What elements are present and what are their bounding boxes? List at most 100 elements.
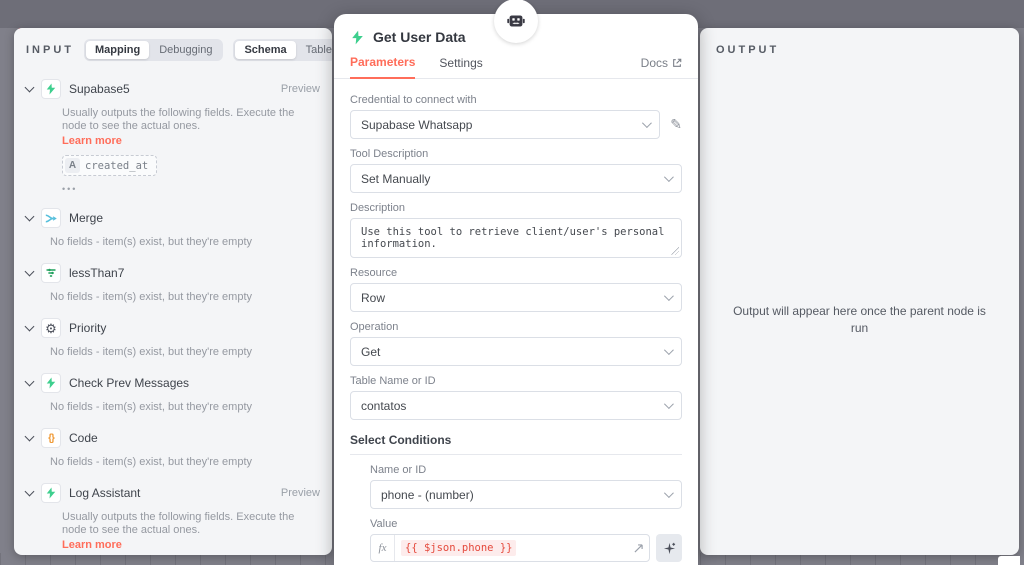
field-badge-label: created_at bbox=[85, 159, 149, 172]
tab-settings[interactable]: Settings bbox=[439, 56, 482, 78]
chevron-down-icon bbox=[24, 266, 35, 277]
table-name-select[interactable]: contatos bbox=[350, 391, 682, 420]
resize-handle[interactable] bbox=[671, 247, 679, 255]
input-panel-title: INPUT bbox=[26, 44, 74, 56]
node-preview-caption: Usually outputs the following fields. Ex… bbox=[62, 511, 295, 536]
expression-value: {{ $json.phone }} bbox=[401, 540, 517, 556]
supabase-icon bbox=[41, 373, 61, 393]
supabase-icon bbox=[352, 30, 363, 44]
docs-label: Docs bbox=[640, 56, 668, 70]
node-detail-modal: Get User Data Parameters Settings Docs C… bbox=[334, 0, 698, 565]
resource-label: Resource bbox=[350, 267, 398, 279]
node-empty-caption: No fields - item(s) exist, but they're e… bbox=[50, 291, 252, 303]
node-row-priority[interactable]: ⚙ Priority bbox=[24, 317, 320, 339]
output-empty-message: Output will appear here once the parent … bbox=[733, 303, 986, 335]
more-fields-ellipsis[interactable]: ••• bbox=[62, 184, 320, 194]
chevron-down-icon bbox=[24, 82, 35, 93]
description-value: Use this tool to retrieve client/user's … bbox=[361, 226, 665, 250]
node-row-log-assistant[interactable]: Log Assistant Preview bbox=[24, 482, 320, 504]
node-name: Priority bbox=[69, 321, 107, 335]
condition-value-input[interactable]: fx {{ $json.phone }} bbox=[370, 534, 650, 562]
filter-icon bbox=[41, 263, 61, 283]
docs-link[interactable]: Docs bbox=[641, 56, 682, 78]
node-title: Get User Data bbox=[373, 29, 466, 45]
chevron-down-icon bbox=[24, 321, 35, 332]
ai-assist-button[interactable] bbox=[656, 534, 682, 562]
ai-agent-avatar bbox=[494, 0, 538, 43]
merge-icon bbox=[41, 208, 61, 228]
node-row-check-prev-messages[interactable]: Check Prev Messages bbox=[24, 372, 320, 394]
preview-tag: Preview bbox=[280, 487, 320, 499]
table-name-value: contatos bbox=[361, 398, 407, 413]
node-row-supabase5[interactable]: Supabase5 Preview bbox=[24, 78, 320, 100]
chevron-down-icon bbox=[663, 291, 674, 302]
node-empty-caption: No fields - item(s) exist, but they're e… bbox=[50, 401, 252, 413]
credential-select[interactable]: Supabase Whatsapp bbox=[350, 110, 661, 139]
supabase-icon bbox=[41, 79, 61, 99]
chevron-down-icon bbox=[663, 345, 674, 356]
operation-label: Operation bbox=[350, 321, 399, 333]
chevron-down-icon bbox=[24, 376, 35, 387]
input-mode-toggle: Mapping Debugging bbox=[84, 39, 224, 61]
condition-value-label: Value bbox=[370, 518, 398, 530]
tab-parameters[interactable]: Parameters bbox=[350, 55, 416, 79]
chevron-down-icon bbox=[24, 211, 35, 222]
fx-expression-icon[interactable]: fx bbox=[371, 535, 395, 561]
input-node-list: Supabase5 Preview Usually outputs the fo… bbox=[14, 67, 332, 555]
tool-description-select[interactable]: Set Manually bbox=[350, 164, 682, 193]
node-name: Code bbox=[69, 431, 98, 445]
credential-label: Credential to connect with bbox=[350, 94, 477, 106]
tab-schema[interactable]: Schema bbox=[235, 41, 296, 59]
external-link-icon bbox=[673, 58, 682, 67]
robot-icon bbox=[507, 15, 525, 27]
resource-value: Row bbox=[361, 290, 386, 305]
supabase-icon bbox=[41, 483, 61, 503]
node-name: Merge bbox=[69, 211, 104, 225]
select-conditions-header: Select Conditions bbox=[350, 433, 682, 455]
node-empty-caption: No fields - item(s) exist, but they're e… bbox=[50, 346, 252, 358]
field-badge-created-at[interactable]: A created_at bbox=[62, 155, 158, 176]
condition-name-select[interactable]: phone - (number) bbox=[370, 480, 682, 509]
chevron-down-icon bbox=[663, 172, 674, 183]
output-panel-title: OUTPUT bbox=[716, 44, 780, 56]
bottom-right-widget bbox=[998, 556, 1020, 565]
code-braces-icon: {} bbox=[41, 428, 61, 448]
chevron-down-icon bbox=[642, 118, 653, 129]
chevron-down-icon bbox=[24, 431, 35, 442]
edit-credential-icon[interactable]: ✎ bbox=[670, 116, 682, 133]
learn-more-link[interactable]: Learn more bbox=[62, 539, 320, 551]
gear-icon: ⚙ bbox=[41, 318, 61, 338]
node-name: lessThan7 bbox=[69, 266, 125, 280]
operation-value: Get bbox=[361, 344, 381, 359]
chevron-down-icon bbox=[663, 399, 674, 410]
node-row-lessthan7[interactable]: lessThan7 bbox=[24, 262, 320, 284]
expand-expression-icon[interactable] bbox=[634, 543, 643, 553]
node-empty-caption: No fields - item(s) exist, but they're e… bbox=[50, 456, 252, 468]
condition-name-label: Name or ID bbox=[370, 464, 427, 476]
input-panel: INPUT Mapping Debugging Schema Table JSO… bbox=[14, 28, 332, 555]
string-type-icon: A bbox=[65, 158, 80, 173]
tool-description-value: Set Manually bbox=[361, 171, 431, 186]
description-textarea[interactable]: Use this tool to retrieve client/user's … bbox=[350, 218, 682, 258]
learn-more-link[interactable]: Learn more bbox=[62, 135, 320, 147]
output-panel: OUTPUT Output will appear here once the … bbox=[700, 28, 1019, 555]
tab-debugging[interactable]: Debugging bbox=[150, 41, 221, 59]
operation-select[interactable]: Get bbox=[350, 337, 682, 366]
resource-select[interactable]: Row bbox=[350, 283, 682, 312]
node-row-code[interactable]: {} Code bbox=[24, 427, 320, 449]
credential-value: Supabase Whatsapp bbox=[361, 117, 473, 132]
tab-table[interactable]: Table bbox=[297, 41, 332, 59]
chevron-down-icon bbox=[663, 488, 674, 499]
node-empty-caption: No fields - item(s) exist, but they're e… bbox=[50, 236, 252, 248]
node-preview-caption: Usually outputs the following fields. Ex… bbox=[62, 107, 295, 132]
condition-name-value: phone - (number) bbox=[381, 487, 474, 502]
tool-description-label: Tool Description bbox=[350, 148, 429, 160]
node-row-merge[interactable]: Merge bbox=[24, 207, 320, 229]
input-view-toggle: Schema Table JSON bbox=[233, 39, 332, 61]
description-label: Description bbox=[350, 202, 406, 214]
node-name: Supabase5 bbox=[69, 82, 130, 96]
tab-mapping[interactable]: Mapping bbox=[86, 41, 150, 59]
preview-tag: Preview bbox=[280, 83, 320, 95]
chevron-down-icon bbox=[24, 486, 35, 497]
node-name: Check Prev Messages bbox=[69, 376, 190, 390]
